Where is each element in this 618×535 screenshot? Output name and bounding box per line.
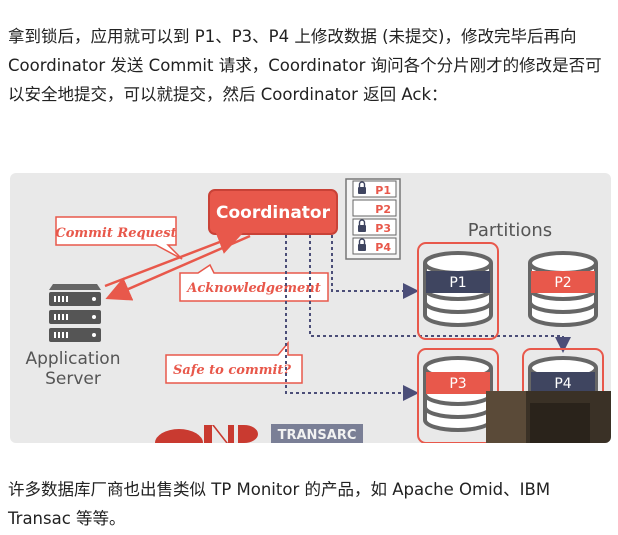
coordinator-diagram: Coordinator P1 P2 P3 P4 Partitions Commi… xyxy=(10,173,611,443)
partition-p1-label: P1 xyxy=(449,275,466,291)
transarc-logo-text: TRANSARC xyxy=(278,428,357,443)
server-icon xyxy=(49,284,101,342)
partition-p3-label: P3 xyxy=(449,376,466,392)
acknowledgement-label: Acknowledgement xyxy=(185,281,320,296)
partitions-title: Partitions xyxy=(468,220,552,241)
lock-row-p2: P2 xyxy=(375,203,391,216)
intro-paragraph: 拿到锁后，应用就可以到 P1、P3、P4 上修改数据 (未提交)，修改完毕后再向… xyxy=(8,27,602,104)
acknowledgement-bubble: Acknowledgement xyxy=(179,263,329,302)
omid-logo-icon xyxy=(155,425,258,443)
partition-p1: P1 xyxy=(417,242,499,340)
lock-row-p3: P3 xyxy=(375,222,391,235)
partition-p2-label: P2 xyxy=(554,275,571,291)
partition-p2: P2 xyxy=(528,251,598,327)
safe-to-commit-bubble: Safe to commit? xyxy=(165,340,303,384)
partition-p4-label: P4 xyxy=(554,376,571,392)
lock-row-p1: P1 xyxy=(375,184,391,197)
diagram-svg: Coordinator P1 P2 P3 P4 Partitions Commi… xyxy=(26,178,611,443)
safe-to-commit-label: Safe to commit? xyxy=(173,363,291,378)
lock-table: P1 P2 P3 P4 xyxy=(345,178,401,260)
transarc-logo: TRANSARC xyxy=(271,424,363,443)
video-overlay xyxy=(486,391,611,443)
coordinator-label: Coordinator xyxy=(216,203,331,223)
closing-paragraph: 许多数据库厂商也出售类似 TP Monitor 的产品，如 Apache Omi… xyxy=(8,480,551,528)
coordinator-box: Coordinator xyxy=(208,189,338,235)
commit-request-label: Commit Request xyxy=(55,226,176,241)
lock-row-p4: P4 xyxy=(375,241,391,254)
app-server-label-line1: Application xyxy=(26,349,121,369)
commit-request-bubble: Commit Request xyxy=(55,216,183,260)
app-server-label-line2: Server xyxy=(45,369,101,389)
